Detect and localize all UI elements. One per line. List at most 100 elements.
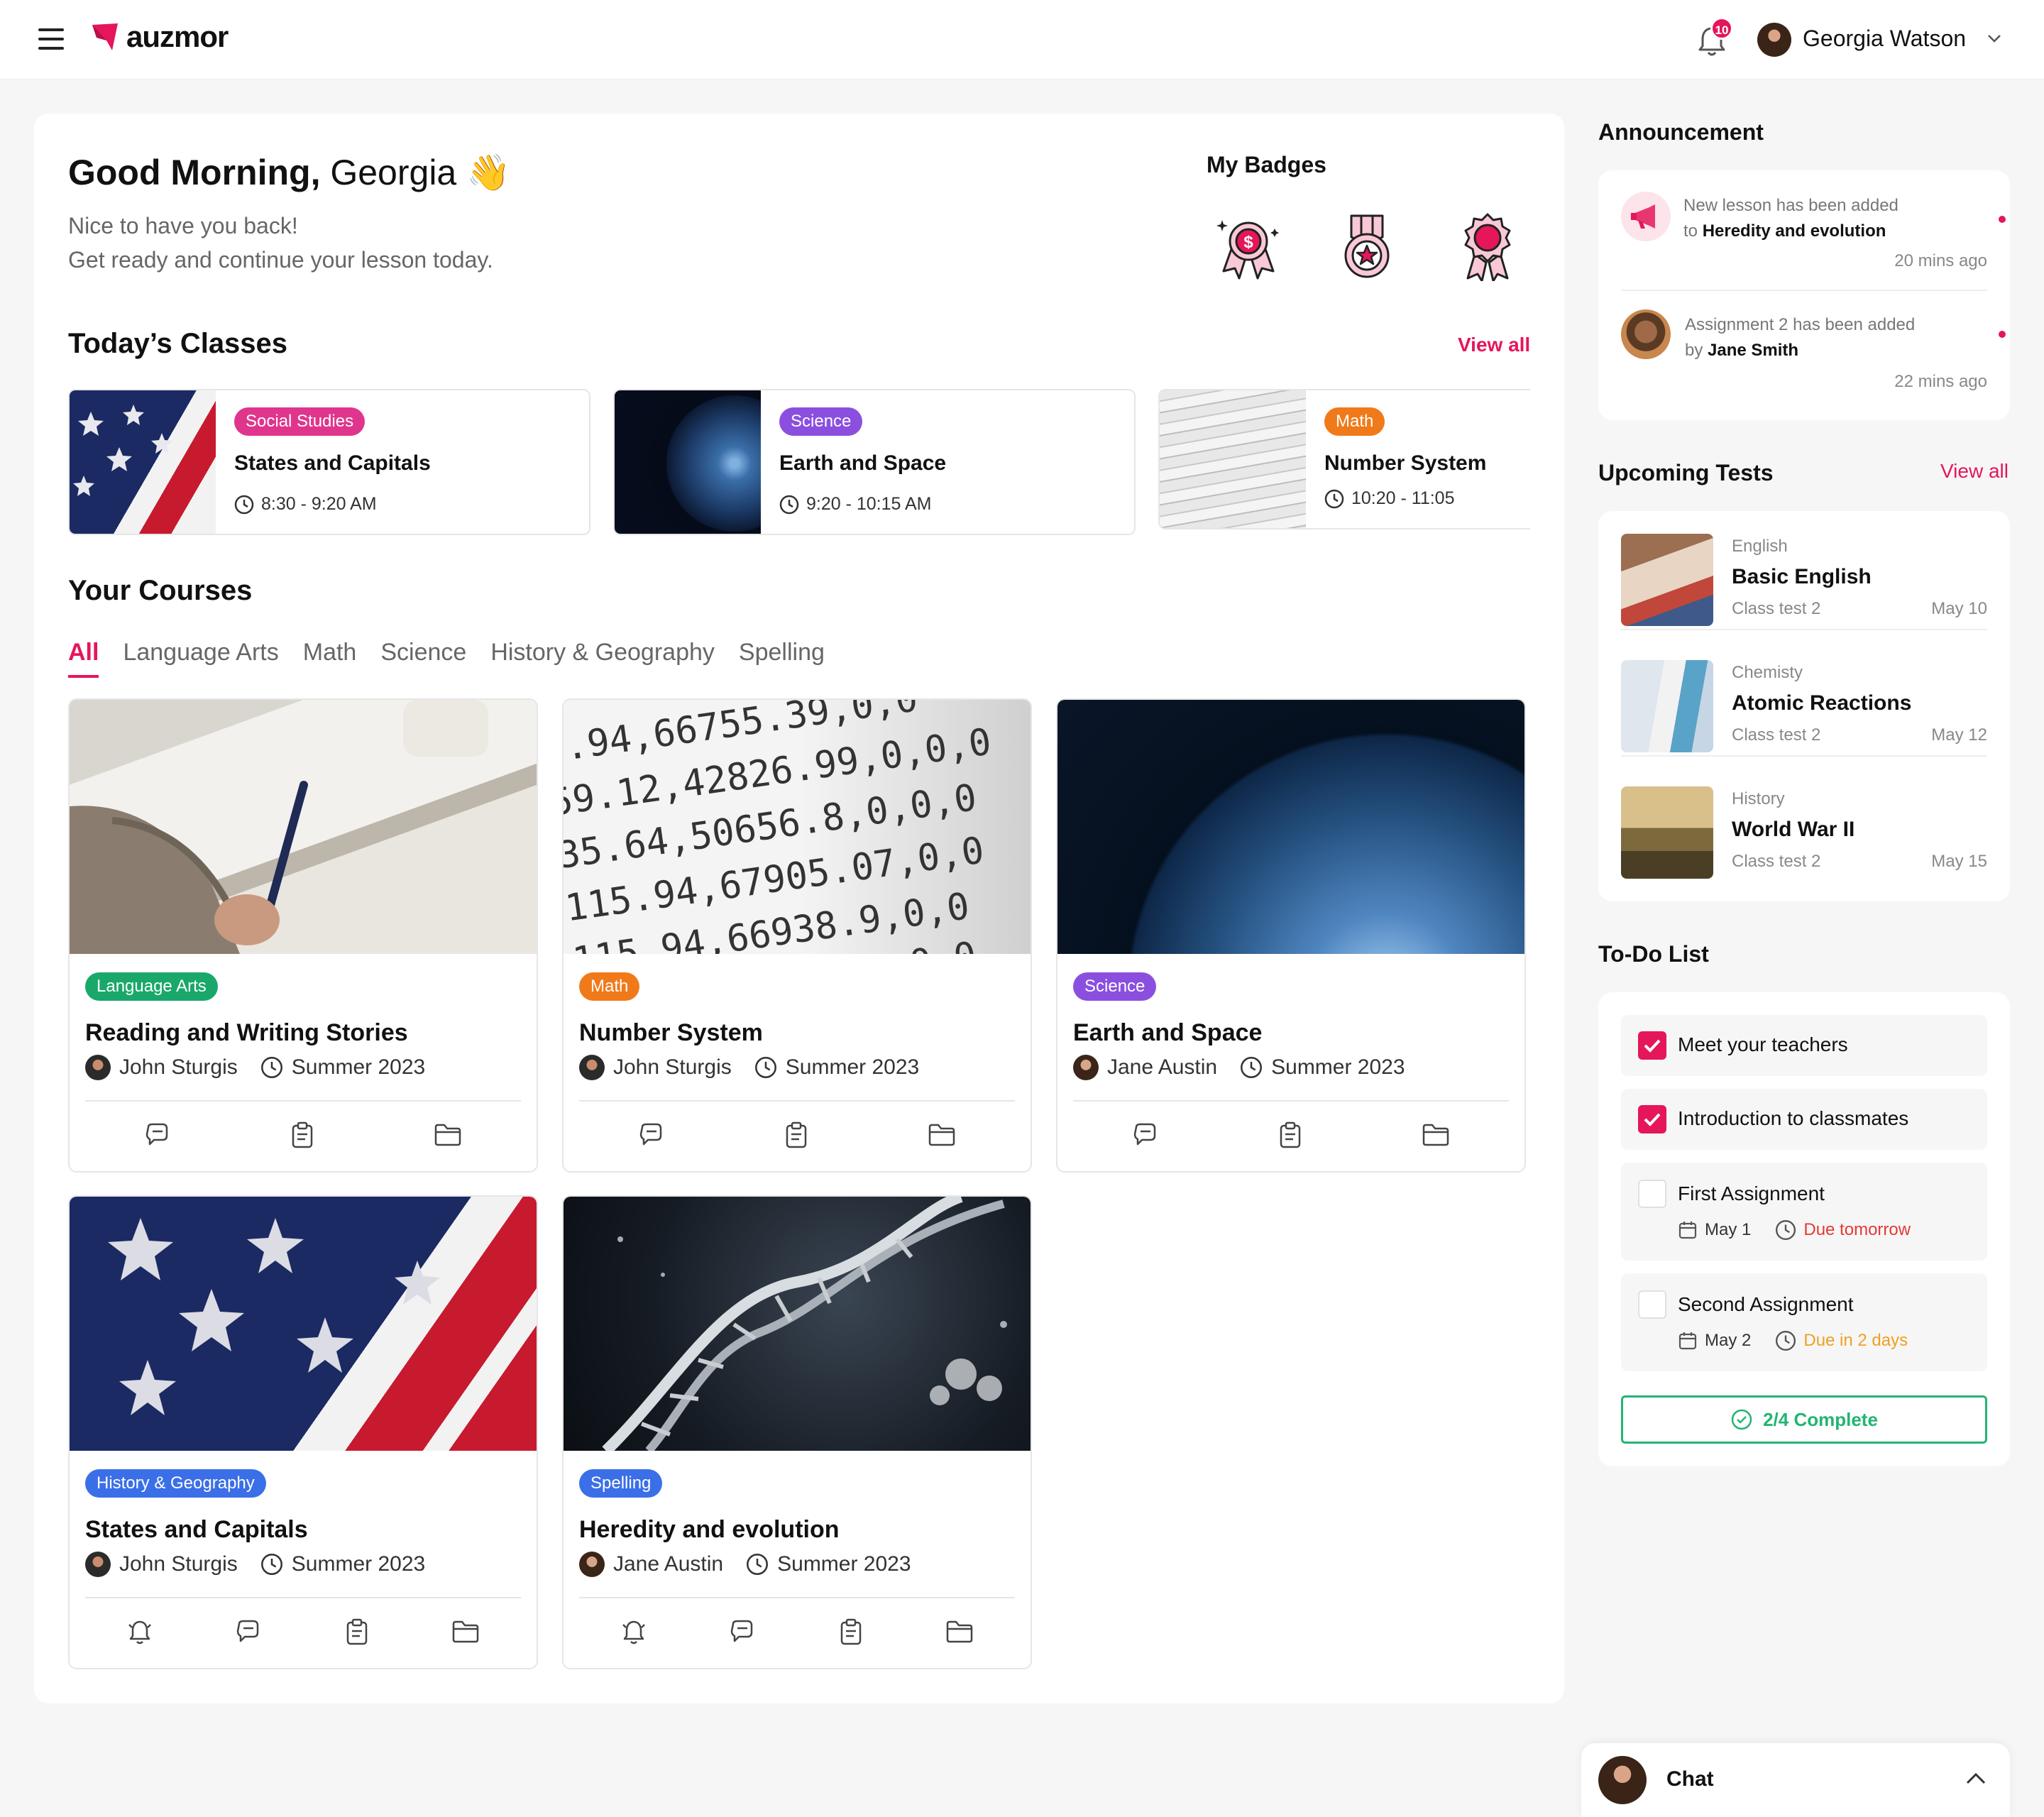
chat-bubbles-icon[interactable] xyxy=(729,1618,756,1645)
course-card[interactable]: History & Geography States and Capitals … xyxy=(68,1195,538,1669)
chat-bubbles-icon[interactable] xyxy=(1132,1121,1159,1148)
clipboard-icon[interactable] xyxy=(838,1618,864,1645)
checkbox-checked[interactable] xyxy=(1638,1105,1666,1133)
test-thumbnail-chemistry xyxy=(1621,660,1713,752)
class-name: Earth and Space xyxy=(779,451,947,475)
announcement-time: 20 mins ago xyxy=(1894,251,1987,270)
course-name: Reading and Writing Stories xyxy=(85,1019,408,1046)
unread-dot xyxy=(1999,216,2006,223)
chat-bar[interactable]: Chat xyxy=(1581,1743,2010,1817)
clipboard-icon[interactable] xyxy=(1278,1121,1303,1148)
class-name: Number System xyxy=(1324,451,1487,475)
class-image-earth xyxy=(615,390,761,534)
complete-progress-button[interactable]: 2/4 Complete xyxy=(1621,1395,1987,1444)
course-image-numbers: 5.94,66755.39,0,0 59.12,42826.99,0,0,0 3… xyxy=(564,700,1031,1032)
course-actions xyxy=(85,1614,521,1649)
clock-icon xyxy=(1324,489,1344,508)
course-image-writing xyxy=(70,700,537,954)
test-item[interactable]: English Basic English Class test 2 May 1… xyxy=(1621,522,1987,630)
test-item[interactable]: Chemisty Atomic Reactions Class test 2 M… xyxy=(1621,649,1987,757)
teacher-avatar xyxy=(85,1552,111,1577)
chat-bubbles-icon[interactable] xyxy=(235,1618,262,1645)
tab-spelling[interactable]: Spelling xyxy=(739,639,825,678)
test-thumbnail-history xyxy=(1621,786,1713,879)
todo-meta: May 1 Due tomorrow xyxy=(1678,1219,1911,1241)
folder-icon[interactable] xyxy=(928,1123,956,1147)
hamburger-menu-icon[interactable] xyxy=(38,28,64,50)
announcement-item[interactable]: Assignment 2 has been added by Jane Smit… xyxy=(1621,309,2006,409)
chevron-up-icon[interactable] xyxy=(1965,1770,1987,1787)
test-subtitle: Class test 2 xyxy=(1732,852,1821,871)
course-card[interactable]: Spelling Heredity and evolution Jane Aus… xyxy=(562,1195,1032,1669)
checkbox-checked[interactable] xyxy=(1638,1031,1666,1060)
course-actions xyxy=(579,1117,1015,1153)
clock-icon xyxy=(260,1554,282,1575)
todo-item[interactable]: First Assignment May 1 Due tomorrow xyxy=(1621,1163,1987,1261)
course-tag: History & Geography xyxy=(85,1469,266,1498)
course-actions xyxy=(1073,1117,1509,1153)
welcome-line-2: Get ready and continue your lesson today… xyxy=(68,247,493,273)
test-date: May 10 xyxy=(1931,599,1987,618)
folder-icon[interactable] xyxy=(945,1620,974,1644)
test-item[interactable]: History World War II Class test 2 May 15 xyxy=(1621,775,1987,883)
course-card[interactable]: 5.94,66755.39,0,0 59.12,42826.99,0,0,0 3… xyxy=(562,698,1032,1173)
todo-item[interactable]: Introduction to classmates xyxy=(1621,1089,1987,1150)
test-category: English xyxy=(1732,537,1788,556)
bell-ring-icon[interactable] xyxy=(126,1618,153,1646)
clipboard-icon[interactable] xyxy=(784,1121,809,1148)
tests-view-all-link[interactable]: View all xyxy=(1940,460,2009,483)
checkbox-unchecked[interactable] xyxy=(1638,1290,1666,1319)
todo-label: Introduction to classmates xyxy=(1678,1107,1909,1129)
user-avatar[interactable] xyxy=(1757,23,1791,57)
class-card[interactable]: Science Earth and Space 9:20 - 10:15 AM xyxy=(613,389,1136,535)
teacher-avatar xyxy=(579,1055,605,1080)
teacher-avatar xyxy=(85,1055,111,1080)
numbers-texture: 5.94,66755.39,0,0 59.12,42826.99,0,0,0 3… xyxy=(564,700,994,1032)
tab-all[interactable]: All xyxy=(68,639,99,678)
clipboard-icon[interactable] xyxy=(344,1618,370,1645)
class-card[interactable]: Social Studies States and Capitals 8:30 … xyxy=(68,389,590,535)
test-subtitle: Class test 2 xyxy=(1732,599,1821,618)
todo-item[interactable]: Meet your teachers xyxy=(1621,1015,1987,1076)
folder-icon[interactable] xyxy=(1422,1123,1450,1147)
clipboard-icon[interactable] xyxy=(290,1121,315,1148)
checkmark-icon xyxy=(1644,1039,1661,1053)
rosette-icon[interactable] xyxy=(1458,213,1517,281)
course-image-flag xyxy=(70,1197,537,1451)
test-name: Atomic Reactions xyxy=(1732,691,1912,715)
course-card[interactable]: Science Earth and Space Jane Austin Summ… xyxy=(1056,698,1526,1173)
announcement-item[interactable]: New lesson has been added to Heredity an… xyxy=(1621,192,2006,291)
bell-ring-icon[interactable] xyxy=(620,1618,647,1646)
class-card[interactable]: Math Number System 10:20 - 11:05 xyxy=(1158,389,1530,529)
course-card[interactable]: Language Arts Reading and Writing Storie… xyxy=(68,698,538,1173)
course-meta: Jane Austin Summer 2023 xyxy=(1073,1055,1405,1080)
clock-icon xyxy=(779,495,799,514)
chevron-down-icon[interactable] xyxy=(1987,31,2001,45)
clock-icon xyxy=(747,1554,769,1575)
user-name[interactable]: Georgia Watson xyxy=(1803,26,1966,52)
notification-count-badge: 10 xyxy=(1710,17,1733,40)
clock-icon xyxy=(234,495,254,514)
tab-language-arts[interactable]: Language Arts xyxy=(123,639,278,678)
tab-math[interactable]: Math xyxy=(303,639,357,678)
teacher-name: John Sturgis xyxy=(119,1552,238,1576)
folder-icon[interactable] xyxy=(434,1123,462,1147)
todo-title: To-Do List xyxy=(1598,941,1709,967)
test-category: Chemisty xyxy=(1732,663,1803,682)
chat-bubbles-icon[interactable] xyxy=(144,1121,171,1148)
todo-item[interactable]: Second Assignment May 2 Due in 2 days xyxy=(1621,1273,1987,1371)
class-time: 8:30 - 9:20 AM xyxy=(234,494,377,515)
checkbox-unchecked[interactable] xyxy=(1638,1180,1666,1208)
chat-bubbles-icon[interactable] xyxy=(638,1121,665,1148)
todo-label: Second Assignment xyxy=(1678,1293,1854,1315)
course-meta: Jane Austin Summer 2023 xyxy=(579,1552,911,1577)
folder-icon[interactable] xyxy=(451,1620,480,1644)
logo[interactable]: auzmor xyxy=(91,20,229,54)
dollar-medal-icon[interactable]: $ xyxy=(1216,213,1280,281)
classes-view-all-link[interactable]: View all xyxy=(1458,334,1530,356)
class-time: 9:20 - 10:15 AM xyxy=(779,494,932,515)
tab-science[interactable]: Science xyxy=(380,639,466,678)
tab-history-geography[interactable]: History & Geography xyxy=(490,639,715,678)
star-medal-icon[interactable] xyxy=(1340,213,1394,281)
divider xyxy=(579,1597,1015,1598)
